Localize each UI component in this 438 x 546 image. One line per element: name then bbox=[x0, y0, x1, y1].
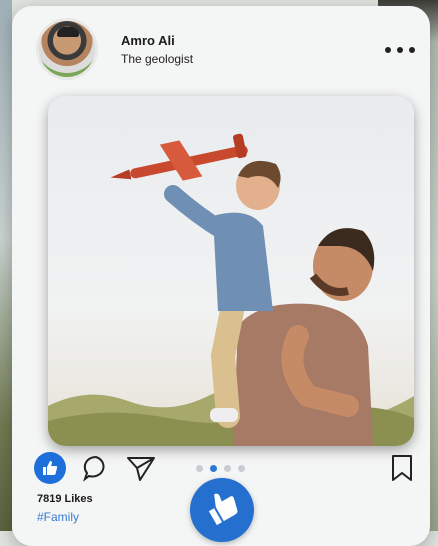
thumbs-up-icon[interactable] bbox=[34, 452, 66, 484]
likes-count[interactable]: 7819 Likes bbox=[37, 493, 93, 505]
bookmark-icon[interactable] bbox=[390, 454, 414, 487]
background-left bbox=[0, 0, 12, 531]
comment-bubble-icon[interactable] bbox=[82, 454, 110, 487]
carousel-dot-active[interactable] bbox=[210, 465, 217, 472]
hashtag-link[interactable]: #Family bbox=[37, 510, 79, 524]
post-image[interactable] bbox=[48, 96, 414, 446]
more-options-icon[interactable] bbox=[385, 43, 415, 57]
avatar[interactable] bbox=[36, 18, 98, 80]
thumbs-up-icon[interactable] bbox=[190, 478, 254, 542]
author-name[interactable]: Amro Ali bbox=[121, 33, 175, 48]
carousel-dot[interactable] bbox=[238, 465, 245, 472]
carousel-indicator bbox=[196, 465, 245, 472]
carousel-dot[interactable] bbox=[224, 465, 231, 472]
carousel-dot[interactable] bbox=[196, 465, 203, 472]
send-icon[interactable] bbox=[126, 454, 156, 487]
author-subtitle: The geologist bbox=[121, 52, 194, 66]
